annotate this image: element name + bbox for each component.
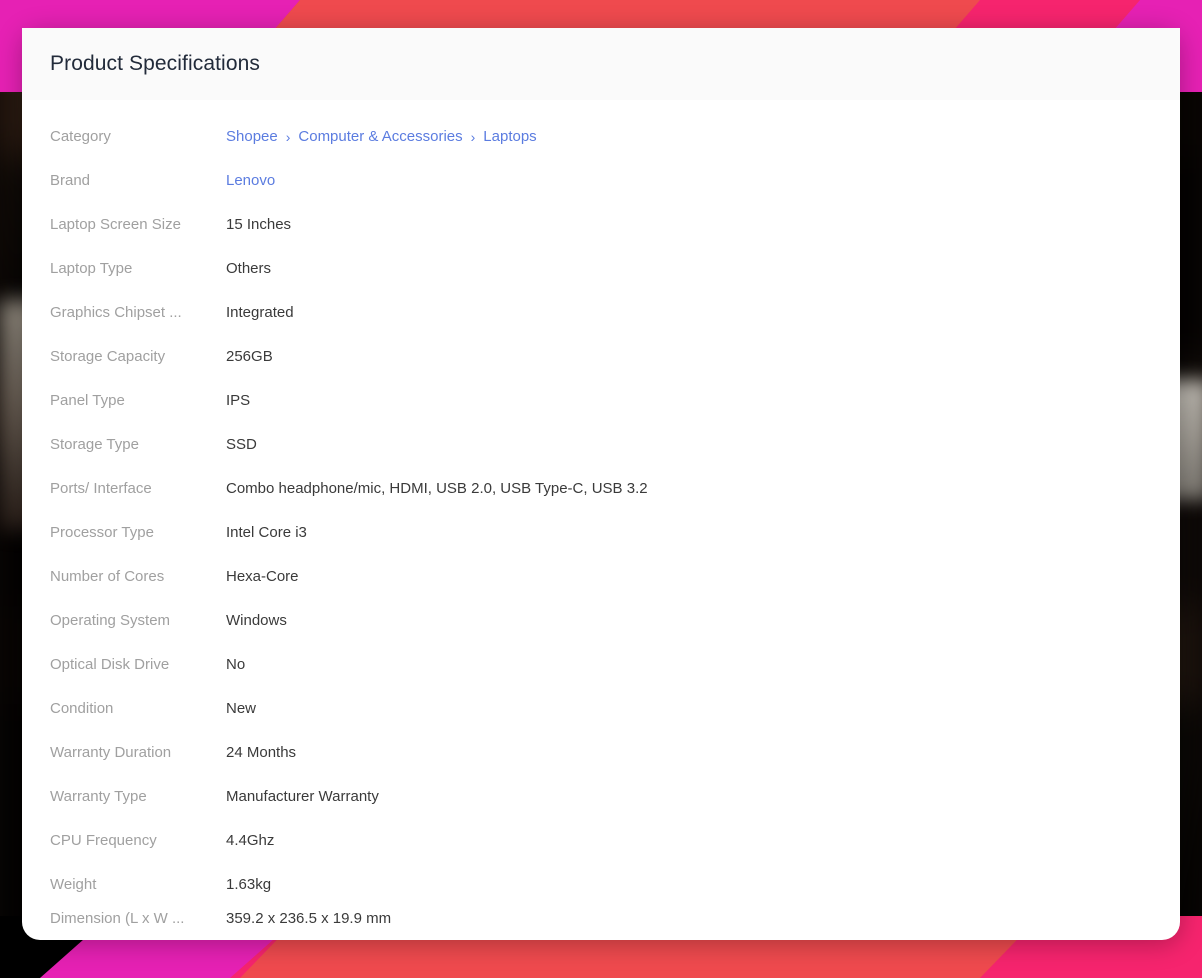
spec-row: Brand Lenovo	[50, 170, 1152, 214]
spec-row: Dimension (L x W ... 359.2 x 236.5 x 19.9…	[50, 908, 391, 952]
spec-value: 15 Inches	[226, 216, 292, 233]
spec-row: Optical Disk Drive No	[50, 654, 1152, 698]
spec-value: Others	[226, 260, 272, 277]
chevron-right-icon: ›	[285, 129, 291, 145]
spec-label: Panel Type	[50, 392, 125, 409]
spec-label: Warranty Duration	[50, 744, 172, 761]
spec-label: Graphics Chipset ...	[50, 304, 182, 321]
spec-row: Ports/ Interface Combo headphone/mic, HDM…	[50, 478, 1152, 522]
spec-label: Laptop Type	[50, 260, 133, 277]
spec-row: CPU Frequency 4.4Ghz	[50, 830, 1152, 874]
spec-label: Storage Type	[50, 436, 139, 453]
spec-row: Processor Type Intel Core i3	[50, 522, 1152, 566]
breadcrumb-item[interactable]: Shopee	[226, 126, 278, 148]
spec-label: Processor Type	[50, 524, 154, 541]
product-specifications-card: Product Specifications Category Shopee › Co…	[22, 28, 1180, 940]
spec-row: Category Shopee › Computer & Accessories › La…	[50, 126, 1152, 170]
spec-row: Number of Cores Hexa-Core	[50, 566, 1152, 610]
spec-row: Laptop Type Others	[50, 258, 1152, 302]
spec-label: Laptop Screen Size	[50, 216, 181, 233]
card-header: Product Specifications	[22, 28, 1180, 100]
spec-row: Warranty Type Manufacturer Warranty	[50, 786, 1152, 830]
specification-list: Category Shopee › Computer & Accessories › La…	[22, 100, 1180, 927]
spec-label: Dimension (L x W ...	[50, 910, 185, 927]
spec-value: 1.63kg	[226, 876, 272, 893]
spec-value: 24 Months	[226, 744, 297, 761]
spec-value: Windows	[226, 612, 287, 629]
page-title: Product Specifications	[50, 52, 260, 75]
spec-label: Condition	[50, 700, 114, 717]
spec-label: CPU Frequency	[50, 832, 157, 849]
spec-value: Combo headphone/mic, HDMI, USB 2.0, USB …	[226, 480, 648, 497]
breadcrumb-item[interactable]: Laptops	[483, 126, 536, 148]
spec-value: 359.2 x 236.5 x 19.9 mm	[226, 910, 392, 927]
spec-row: Laptop Screen Size 15 Inches	[50, 214, 1152, 258]
breadcrumb-item[interactable]: Computer & Accessories	[298, 126, 462, 148]
spec-value: Manufacturer Warranty	[226, 788, 379, 805]
spec-label: Weight	[50, 876, 97, 893]
chevron-right-icon: ›	[470, 129, 476, 145]
spec-row: Storage Type SSD	[50, 434, 1152, 478]
spec-value-link[interactable]: Lenovo	[226, 170, 275, 192]
spec-label: Ports/ Interface	[50, 480, 152, 497]
spec-value: SSD	[226, 436, 257, 453]
spec-value: No	[226, 656, 246, 673]
spec-row: Panel Type IPS	[50, 390, 1152, 434]
spec-label: Operating System	[50, 612, 171, 629]
spec-value: 4.4Ghz	[226, 832, 275, 849]
spec-value: New	[226, 700, 257, 717]
spec-row: Graphics Chipset ... Integrated	[50, 302, 1152, 346]
spec-label: Warranty Type	[50, 788, 147, 805]
spec-label: Optical Disk Drive	[50, 656, 170, 673]
spec-row: Storage Capacity 256GB	[50, 346, 1152, 390]
spec-row: Operating System Windows	[50, 610, 1152, 654]
spec-value: IPS	[226, 392, 251, 409]
spec-value: Integrated	[226, 304, 294, 321]
spec-value: 256GB	[226, 348, 273, 365]
spec-value: Hexa-Core	[226, 568, 299, 585]
spec-label: Brand	[50, 172, 91, 189]
spec-row: Condition New	[50, 698, 1152, 742]
spec-label: Number of Cores	[50, 568, 165, 585]
spec-value: Intel Core i3	[226, 524, 307, 541]
spec-row: Warranty Duration 24 Months	[50, 742, 1152, 786]
breadcrumb: Shopee › Computer & Accessories › Laptops	[226, 126, 537, 148]
spec-label: Category	[50, 128, 111, 145]
spec-label: Storage Capacity	[50, 348, 166, 365]
